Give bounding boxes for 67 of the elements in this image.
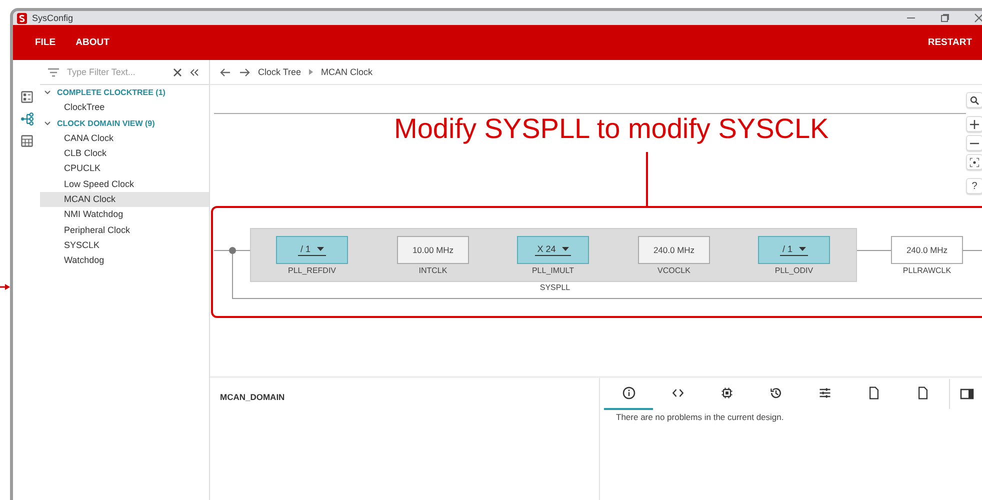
tree-section[interactable]: COMPLETE CLOCKTREE (1) xyxy=(57,88,166,98)
frequency-box: 240.0 MHz xyxy=(891,236,963,264)
tree-item[interactable]: CANA Clock xyxy=(40,130,209,146)
collapse-icon[interactable] xyxy=(190,68,199,76)
tree-item[interactable]: Watchdog xyxy=(40,253,209,269)
annotation-text: Modify SYSPLL to modify SYSCLK xyxy=(394,113,829,145)
zoom-in-button[interactable] xyxy=(966,116,982,132)
file-icon xyxy=(866,386,880,400)
frequency-box: 10.00 MHz xyxy=(397,236,469,264)
divider-dropdown[interactable]: X 24 xyxy=(517,236,589,264)
tree-item[interactable]: CLB Clock xyxy=(40,146,209,162)
plus-icon xyxy=(970,120,979,128)
fit-icon xyxy=(970,158,979,166)
breadcrumb-link[interactable]: Clock Tree xyxy=(258,67,302,77)
search-button[interactable] xyxy=(966,92,982,108)
tree-item[interactable]: Peripheral Clock xyxy=(40,222,209,238)
maximize-icon[interactable] xyxy=(940,13,950,23)
menu-item[interactable]: ABOUT xyxy=(66,37,120,48)
tree-item[interactable]: Low Speed Clock xyxy=(40,176,209,192)
calculator-icon[interactable] xyxy=(20,134,34,148)
leader-line xyxy=(646,152,648,206)
file-icon xyxy=(916,386,930,400)
tree-item[interactable]: MCAN Clock xyxy=(40,192,209,208)
group-label: SYSPLL xyxy=(538,283,572,292)
status-message: There are no problems in the current design. xyxy=(615,411,785,422)
chip-icon xyxy=(720,386,734,400)
tree-item[interactable]: CPUCLK xyxy=(40,161,209,177)
close-icon[interactable] xyxy=(974,13,982,23)
node-label: PLL_ODIV xyxy=(774,266,814,275)
history-icon xyxy=(768,386,782,400)
annotation-arrow-icon xyxy=(0,282,10,292)
chevron-icon[interactable] xyxy=(44,89,51,96)
search-icon xyxy=(970,96,979,104)
menu-item[interactable]: FILE xyxy=(25,37,66,48)
tree-item[interactable]: SYSCLK xyxy=(40,238,209,254)
back-icon[interactable] xyxy=(220,68,231,76)
panel-title: MCAN_DOMAIN xyxy=(220,392,285,402)
node-label: PLLRAWCLK xyxy=(902,266,952,275)
node-label: VCOCLK xyxy=(656,266,692,275)
node-label: INTCLK xyxy=(418,266,448,275)
forward-icon[interactable] xyxy=(239,68,250,76)
help-button[interactable]: ? xyxy=(966,178,982,194)
chevron-icon[interactable] xyxy=(44,120,51,127)
restart-button[interactable]: RESTART xyxy=(918,37,982,48)
breadcrumb-link[interactable]: MCAN Clock xyxy=(321,67,373,77)
filter-icon xyxy=(48,68,59,76)
tree-item[interactable]: NMI Watchdog xyxy=(40,207,209,223)
tree-section[interactable]: CLOCK DOMAIN VIEW (9) xyxy=(57,118,155,128)
fit-button[interactable] xyxy=(966,154,982,170)
node-label: PLL_REFDIV xyxy=(286,266,338,275)
info-icon xyxy=(622,386,636,400)
divider-dropdown[interactable]: / 1 xyxy=(276,236,348,264)
junction-dot xyxy=(229,247,236,254)
dashboard-icon[interactable] xyxy=(20,90,34,104)
tree-item[interactable]: ClockTree xyxy=(40,100,209,116)
separator-icon xyxy=(309,69,314,75)
filter-field[interactable]: Type Filter Text... xyxy=(67,67,165,77)
tree-icon[interactable] xyxy=(20,112,34,126)
node-label: PLL_IMULT xyxy=(530,266,576,275)
divider-dropdown[interactable]: / 1 xyxy=(758,236,830,264)
window-title: SysConfig xyxy=(32,13,74,23)
zoom-out-button[interactable] xyxy=(966,135,982,151)
frequency-box: 240.0 MHz xyxy=(638,236,710,264)
clear-icon[interactable] xyxy=(173,68,182,76)
sliders-icon xyxy=(818,386,832,400)
code-icon xyxy=(670,386,684,400)
panel-toggle-icon[interactable] xyxy=(960,388,974,400)
